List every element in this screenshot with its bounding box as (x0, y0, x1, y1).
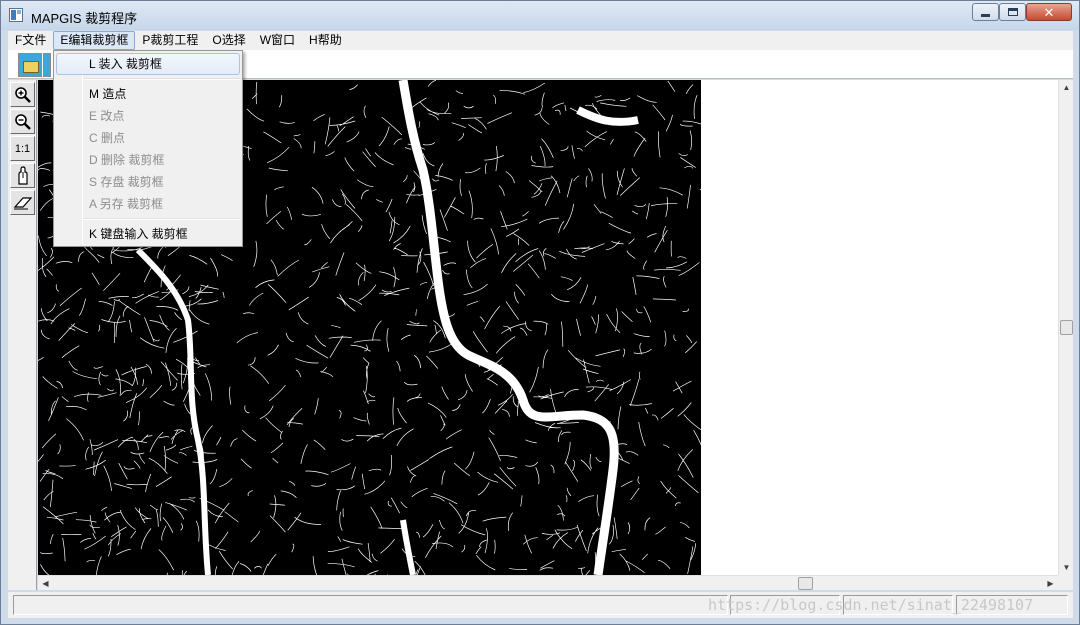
actual-size-button[interactable]: 1:1 (10, 136, 35, 161)
scrollbar-corner (1058, 575, 1073, 590)
window-title: MAPGIS 裁剪程序 (31, 11, 138, 26)
zoom-out-icon (14, 113, 31, 130)
maximize-button[interactable] (999, 3, 1026, 21)
tool-strip: 1:1 (8, 80, 37, 590)
edit-clip-box-menu: L 装入 裁剪框 M 造点 E 改点 C 删点 D 删除 裁剪框 S 存盘 裁剪… (53, 50, 243, 247)
zoom-out-button[interactable] (10, 109, 35, 134)
app-icon[interactable] (9, 8, 23, 22)
scroll-right-icon[interactable]: ▶ (1043, 576, 1058, 591)
menu-item-load-clip-box[interactable]: L 装入 裁剪框 (56, 53, 240, 75)
actual-size-icon: 1:1 (14, 142, 31, 155)
menu-clip-project[interactable]: P裁剪工程 (135, 31, 205, 50)
menu-item-delete-clip-box[interactable]: D 删除 裁剪框 (56, 149, 240, 171)
status-bar: https://blog.csdn.net/sinat_22498107 (8, 592, 1073, 618)
vertical-scrollbar[interactable]: ▲ ▼ (1058, 80, 1073, 575)
minimize-icon (981, 13, 990, 17)
pan-icon (17, 165, 28, 185)
app-window: MAPGIS 裁剪程序 ✕ F文件 E编辑裁剪框 P裁剪工程 O选择 W窗口 H… (0, 0, 1080, 625)
menu-separator (84, 78, 240, 80)
menu-separator (84, 218, 240, 220)
menu-edit-clip-box[interactable]: E编辑裁剪框 (53, 31, 136, 50)
menu-item-save-as-clip-box[interactable]: A 另存 裁剪框 (56, 193, 240, 215)
minimize-button[interactable] (972, 3, 999, 21)
horizontal-scroll-thumb[interactable] (798, 577, 813, 590)
close-icon: ✕ (1043, 4, 1055, 20)
menu-bar: F文件 E编辑裁剪框 P裁剪工程 O选择 W窗口 H帮助 (8, 31, 1073, 50)
menu-select[interactable]: O选择 (205, 31, 252, 50)
zoom-in-button[interactable] (10, 82, 35, 107)
title-bar[interactable]: MAPGIS 裁剪程序 ✕ (1, 1, 1079, 30)
menu-item-keyboard-input-clip-box[interactable]: K 键盘输入 裁剪框 (56, 223, 240, 245)
scroll-down-icon[interactable]: ▼ (1059, 560, 1074, 575)
toolbar-button-partial[interactable] (43, 53, 51, 77)
menu-item-save-clip-box[interactable]: S 存盘 裁剪框 (56, 171, 240, 193)
eraser-button[interactable] (10, 190, 35, 215)
menu-item-create-point[interactable]: M 造点 (56, 83, 240, 105)
maximize-icon (1007, 8, 1018, 16)
watermark-text: https://blog.csdn.net/sinat_22498107 (708, 596, 1034, 614)
menu-window[interactable]: W窗口 (253, 31, 302, 50)
open-file-button[interactable] (18, 53, 42, 77)
scroll-left-icon[interactable]: ◀ (38, 576, 53, 591)
horizontal-scrollbar[interactable]: ◀ ▶ (38, 575, 1058, 590)
scroll-up-icon[interactable]: ▲ (1059, 80, 1074, 95)
eraser-icon (13, 196, 32, 209)
menu-item-delete-point[interactable]: C 删点 (56, 127, 240, 149)
menu-file[interactable]: F文件 (8, 31, 53, 50)
vertical-scroll-thumb[interactable] (1060, 320, 1073, 335)
status-panel-main (13, 595, 728, 615)
menu-item-edit-point[interactable]: E 改点 (56, 105, 240, 127)
pan-button[interactable] (10, 163, 35, 188)
close-button[interactable]: ✕ (1026, 3, 1072, 21)
menu-help[interactable]: H帮助 (302, 31, 349, 50)
zoom-in-icon (14, 86, 31, 103)
